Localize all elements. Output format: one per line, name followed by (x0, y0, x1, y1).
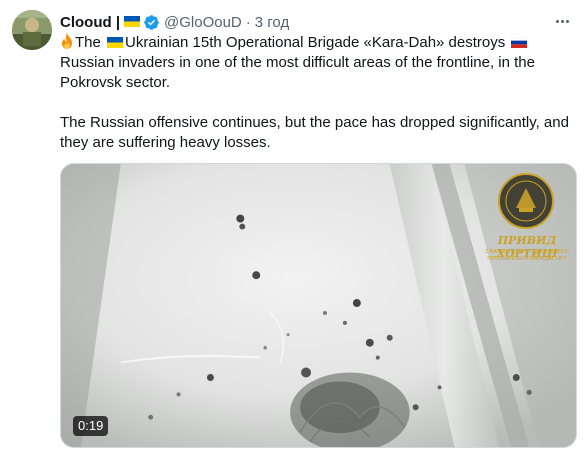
avatar-image (12, 10, 52, 50)
video-player[interactable]: ПРИВИД ХОРТИЦІ 2 батальйон оперативного … (60, 163, 577, 448)
timestamp[interactable]: 3 год (255, 14, 289, 31)
ukraine-flag-icon (107, 36, 124, 48)
video-duration-badge: 0:19 (73, 416, 109, 436)
verified-badge-icon[interactable] (143, 14, 160, 31)
more-dots-icon[interactable] (551, 12, 573, 30)
tweet-text-part-2: Ukrainian 15th Operational Brigade «Kara… (125, 34, 506, 51)
tweet-paragraph-1: The Ukrainian 15th Operational Brigade «… (60, 33, 572, 93)
russia-flag-icon (511, 36, 528, 48)
display-name[interactable]: Clooud | (60, 14, 120, 31)
tweet-text-part-3: Russian invaders in one of the most diff… (60, 54, 535, 91)
fire-emoji-icon (60, 33, 74, 50)
avatar[interactable] (12, 10, 52, 50)
handle[interactable]: @GloOouD (164, 14, 242, 31)
separator-dot: · (245, 13, 251, 31)
unit-emblem-icon (498, 173, 554, 229)
tweet-paragraph-2: The Russian offensive continues, but the… (60, 114, 569, 151)
tweet-text: The Ukrainian 15th Operational Brigade «… (60, 33, 572, 153)
tweet-text-part-1: The (75, 34, 101, 51)
watermark-subtitle: 2 батальйон оперативного призначення Кар… (485, 249, 569, 262)
tweet[interactable]: Clooud | @GloOouD · 3 год The Ukrainian … (0, 0, 587, 457)
tweet-header: Clooud | @GloOouD · 3 год (60, 12, 289, 32)
ukraine-flag-icon (124, 15, 141, 27)
